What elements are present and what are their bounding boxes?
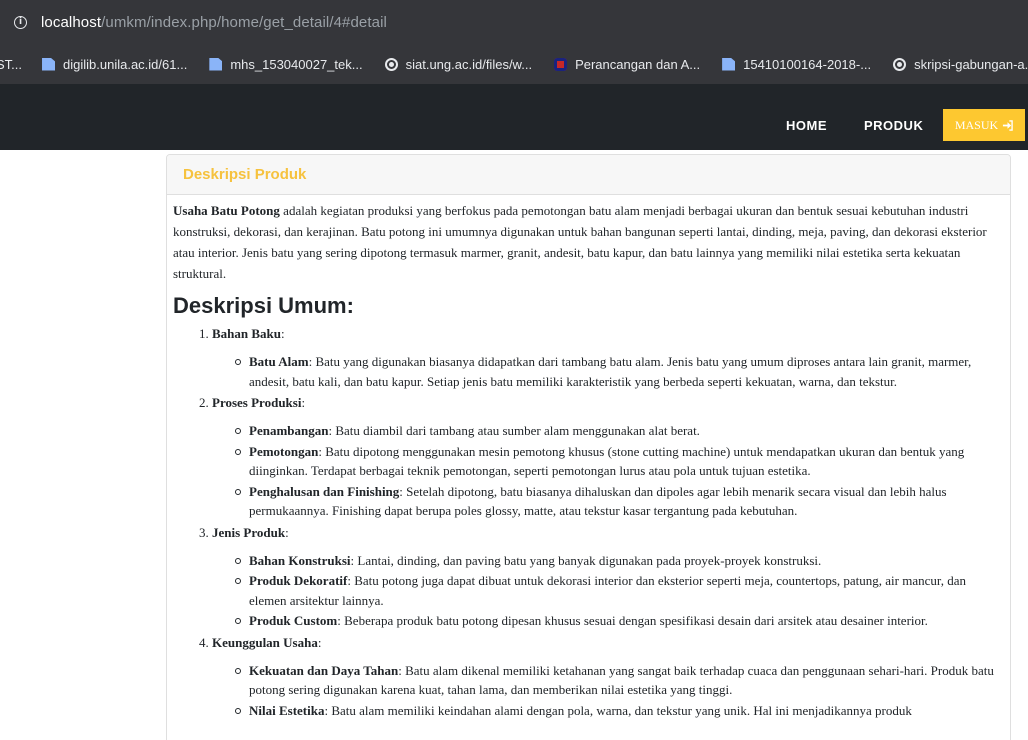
bookmark-label: 15410100164-2018-... <box>743 56 872 72</box>
section-heading: Deskripsi Umum: <box>173 293 354 318</box>
section-title-text: Keunggulan Usaha <box>212 634 318 650</box>
bullet-text: : Batu alam memiliki keindahan alami den… <box>324 702 912 718</box>
url-path: /umkm/index.php/home/get_detail/4#detail <box>101 13 387 31</box>
bookmark-item[interactable]: Perancangan dan A... <box>554 57 700 72</box>
section-item: 1. Bahan Baku: Batu Alam: Batu yang digun… <box>199 323 1004 391</box>
bookmark-label: skripsi-gabungan-a... <box>914 56 1028 72</box>
bookmarks-bar: ST... digilib.unila.ac.id/61... mhs_153040… <box>0 44 1028 84</box>
bullet-term: Penghalusan dan Finishing <box>249 483 400 499</box>
bookmark-item[interactable]: digilib.unila.ac.id/61... <box>42 57 187 72</box>
file-icon <box>209 57 223 71</box>
url-text[interactable]: localhost/umkm/index.php/home/get_detail… <box>41 14 387 31</box>
bullet-item: Penghalusan dan Finishing: Setelah dipot… <box>235 482 1004 521</box>
section-number: 2. <box>199 395 209 410</box>
info-icon[interactable]: i <box>14 15 27 29</box>
section-bullets: Bahan Konstruksi: Lantai, dinding, dan p… <box>235 551 1004 631</box>
product-description-card: Deskripsi Produk Usaha Batu Potong adala… <box>166 154 1011 740</box>
address-bar[interactable]: i localhost/umkm/index.php/home/get_deta… <box>0 0 1028 44</box>
bullet-item: Pemotongan: Batu dipotong menggunakan me… <box>235 442 1004 481</box>
section-bullets: Batu Alam: Batu yang digunakan biasanya … <box>235 352 1004 391</box>
section-item: 2. Proses Produksi: Penambangan: Batu dia… <box>199 392 1004 521</box>
card-body: Usaha Batu Potong adalah kegiatan produk… <box>167 195 1010 720</box>
section-title: 4. Keunggulan Usaha: <box>199 634 322 650</box>
masuk-button[interactable]: MASUK <box>943 109 1025 141</box>
nav-produk-link[interactable]: PRODUK <box>864 118 923 133</box>
bullet-term: Nilai Estetika <box>249 702 325 718</box>
bookmark-item[interactable]: skripsi-gabungan-a... <box>893 57 1028 72</box>
section-bullets: Penambangan: Batu diambil dari tambang a… <box>235 421 1004 521</box>
site-logo-icon <box>554 57 568 71</box>
bullet-term: Kekuatan dan Daya Tahan <box>249 662 399 678</box>
intro-paragraph: Usaha Batu Potong adalah kegiatan produk… <box>173 200 1004 284</box>
section-number: 4. <box>199 634 209 650</box>
section-number: 1. <box>199 326 209 341</box>
bullet-text: : Batu diambil dari tambang atau sumber … <box>328 423 700 438</box>
bullet-text: : Beberapa produk batu potong dipesan kh… <box>337 613 928 628</box>
login-arrow-icon <box>1003 119 1013 131</box>
section-bullets: Kekuatan dan Daya Tahan: Batu alam diken… <box>235 661 1004 721</box>
section-item: 3. Jenis Produk: Bahan Konstruksi: Lantai… <box>199 522 1004 631</box>
bullet-term: Pemotongan <box>249 443 319 459</box>
bookmark-item[interactable]: siat.ung.ac.id/files/w... <box>384 56 533 72</box>
intro-text: adalah kegiatan produksi yang berfokus p… <box>173 203 987 281</box>
navbar: HOME PRODUK MASUK <box>0 84 1028 150</box>
bullet-text: : Batu potong juga dapat dibuat untuk de… <box>249 573 966 608</box>
bullet-term: Produk Custom <box>249 613 338 628</box>
bullet-item: Produk Dekoratif: Batu potong juga dapat… <box>235 571 1004 610</box>
section-title: 2. Proses Produksi: <box>199 395 306 410</box>
card-title: Deskripsi Produk <box>183 166 307 183</box>
section-number: 3. <box>199 524 209 540</box>
bookmark-item[interactable]: ST... <box>0 57 22 72</box>
bookmark-label: ST... <box>0 56 23 72</box>
masuk-label: MASUK <box>954 117 999 132</box>
bookmark-label: siat.ung.ac.id/files/w... <box>405 56 533 72</box>
bookmark-label: mhs_153040027_tek... <box>230 56 363 72</box>
bullet-term: Batu Alam <box>249 354 309 369</box>
bullet-term: Penambangan <box>249 423 329 438</box>
globe-icon <box>893 57 907 71</box>
file-icon <box>722 57 736 71</box>
bookmark-item[interactable]: mhs_153040027_tek... <box>209 56 363 72</box>
section-title-text: Bahan Baku <box>212 326 282 341</box>
globe-icon <box>384 57 398 71</box>
sections-list: 1. Bahan Baku: Batu Alam: Batu yang digun… <box>199 323 1004 720</box>
card-header: Deskripsi Produk <box>167 155 1010 195</box>
nav-home-link[interactable]: HOME <box>786 118 827 133</box>
bookmark-label: Perancangan dan A... <box>575 56 701 72</box>
intro-bold: Usaha Batu Potong <box>173 203 280 218</box>
url-host: localhost <box>41 13 102 31</box>
section-title: 3. Jenis Produk: <box>199 524 289 540</box>
section-item: 4. Keunggulan Usaha: Kekuatan dan Daya Ta… <box>199 632 1004 721</box>
bullet-text: : Batu dipotong menggunakan mesin pemoto… <box>249 443 965 479</box>
bullet-item: Nilai Estetika: Batu alam memiliki keind… <box>235 701 1004 721</box>
file-icon <box>42 57 56 71</box>
bullet-item: Bahan Konstruksi: Lantai, dinding, dan p… <box>235 551 1004 571</box>
bookmark-label: digilib.unila.ac.id/61... <box>63 56 188 72</box>
bullet-term: Produk Dekoratif <box>249 573 348 588</box>
bullet-text: : Batu yang digunakan biasanya didapatka… <box>249 354 972 389</box>
section-title-text: Proses Produksi <box>212 395 302 410</box>
section-title: 1. Bahan Baku: <box>199 326 285 341</box>
section-title-text: Jenis Produk <box>212 524 286 540</box>
bookmark-item[interactable]: 15410100164-2018-... <box>722 57 871 72</box>
bullet-text: : Lantai, dinding, dan paving batu yang … <box>350 552 822 568</box>
bullet-item: Produk Custom: Beberapa produk batu poto… <box>235 611 1004 631</box>
bullet-term: Bahan Konstruksi <box>249 552 351 568</box>
bullet-item: Kekuatan dan Daya Tahan: Batu alam diken… <box>235 661 1004 700</box>
bullet-item: Batu Alam: Batu yang digunakan biasanya … <box>235 352 1004 391</box>
bullet-item: Penambangan: Batu diambil dari tambang a… <box>235 421 1004 441</box>
